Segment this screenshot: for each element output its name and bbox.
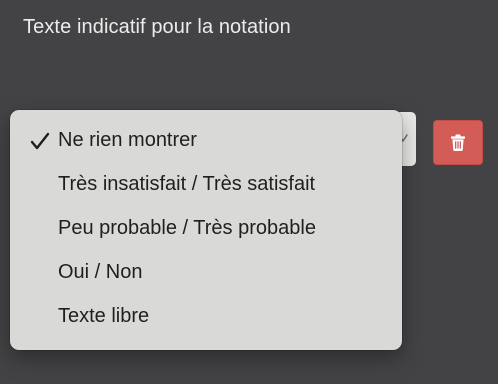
section-title: Texte indicatif pour la notation bbox=[23, 16, 291, 38]
rating-hint-dropdown-menu: Ne rien montrer Très insatisfait / Très … bbox=[10, 110, 402, 350]
trash-icon bbox=[451, 134, 465, 151]
checkmark-icon bbox=[30, 132, 50, 150]
option-label: Oui / Non bbox=[58, 260, 143, 283]
option-oui-non[interactable]: Oui / Non bbox=[10, 250, 402, 294]
option-texte-libre[interactable]: Texte libre bbox=[10, 294, 402, 338]
option-label: Peu probable / Très probable bbox=[58, 216, 316, 239]
rating-hint-settings: Texte indicatif pour la notation Ne rien… bbox=[0, 0, 498, 384]
option-tres-insatisfait-tres-satisfait[interactable]: Très insatisfait / Très satisfait bbox=[10, 162, 402, 206]
option-label: Texte libre bbox=[58, 304, 150, 327]
delete-button[interactable] bbox=[433, 120, 483, 165]
option-ne-rien-montrer[interactable]: Ne rien montrer bbox=[10, 118, 402, 162]
option-label: Ne rien montrer bbox=[58, 128, 197, 151]
option-peu-probable-tres-probable[interactable]: Peu probable / Très probable bbox=[10, 206, 402, 250]
option-label: Très insatisfait / Très satisfait bbox=[58, 172, 316, 195]
